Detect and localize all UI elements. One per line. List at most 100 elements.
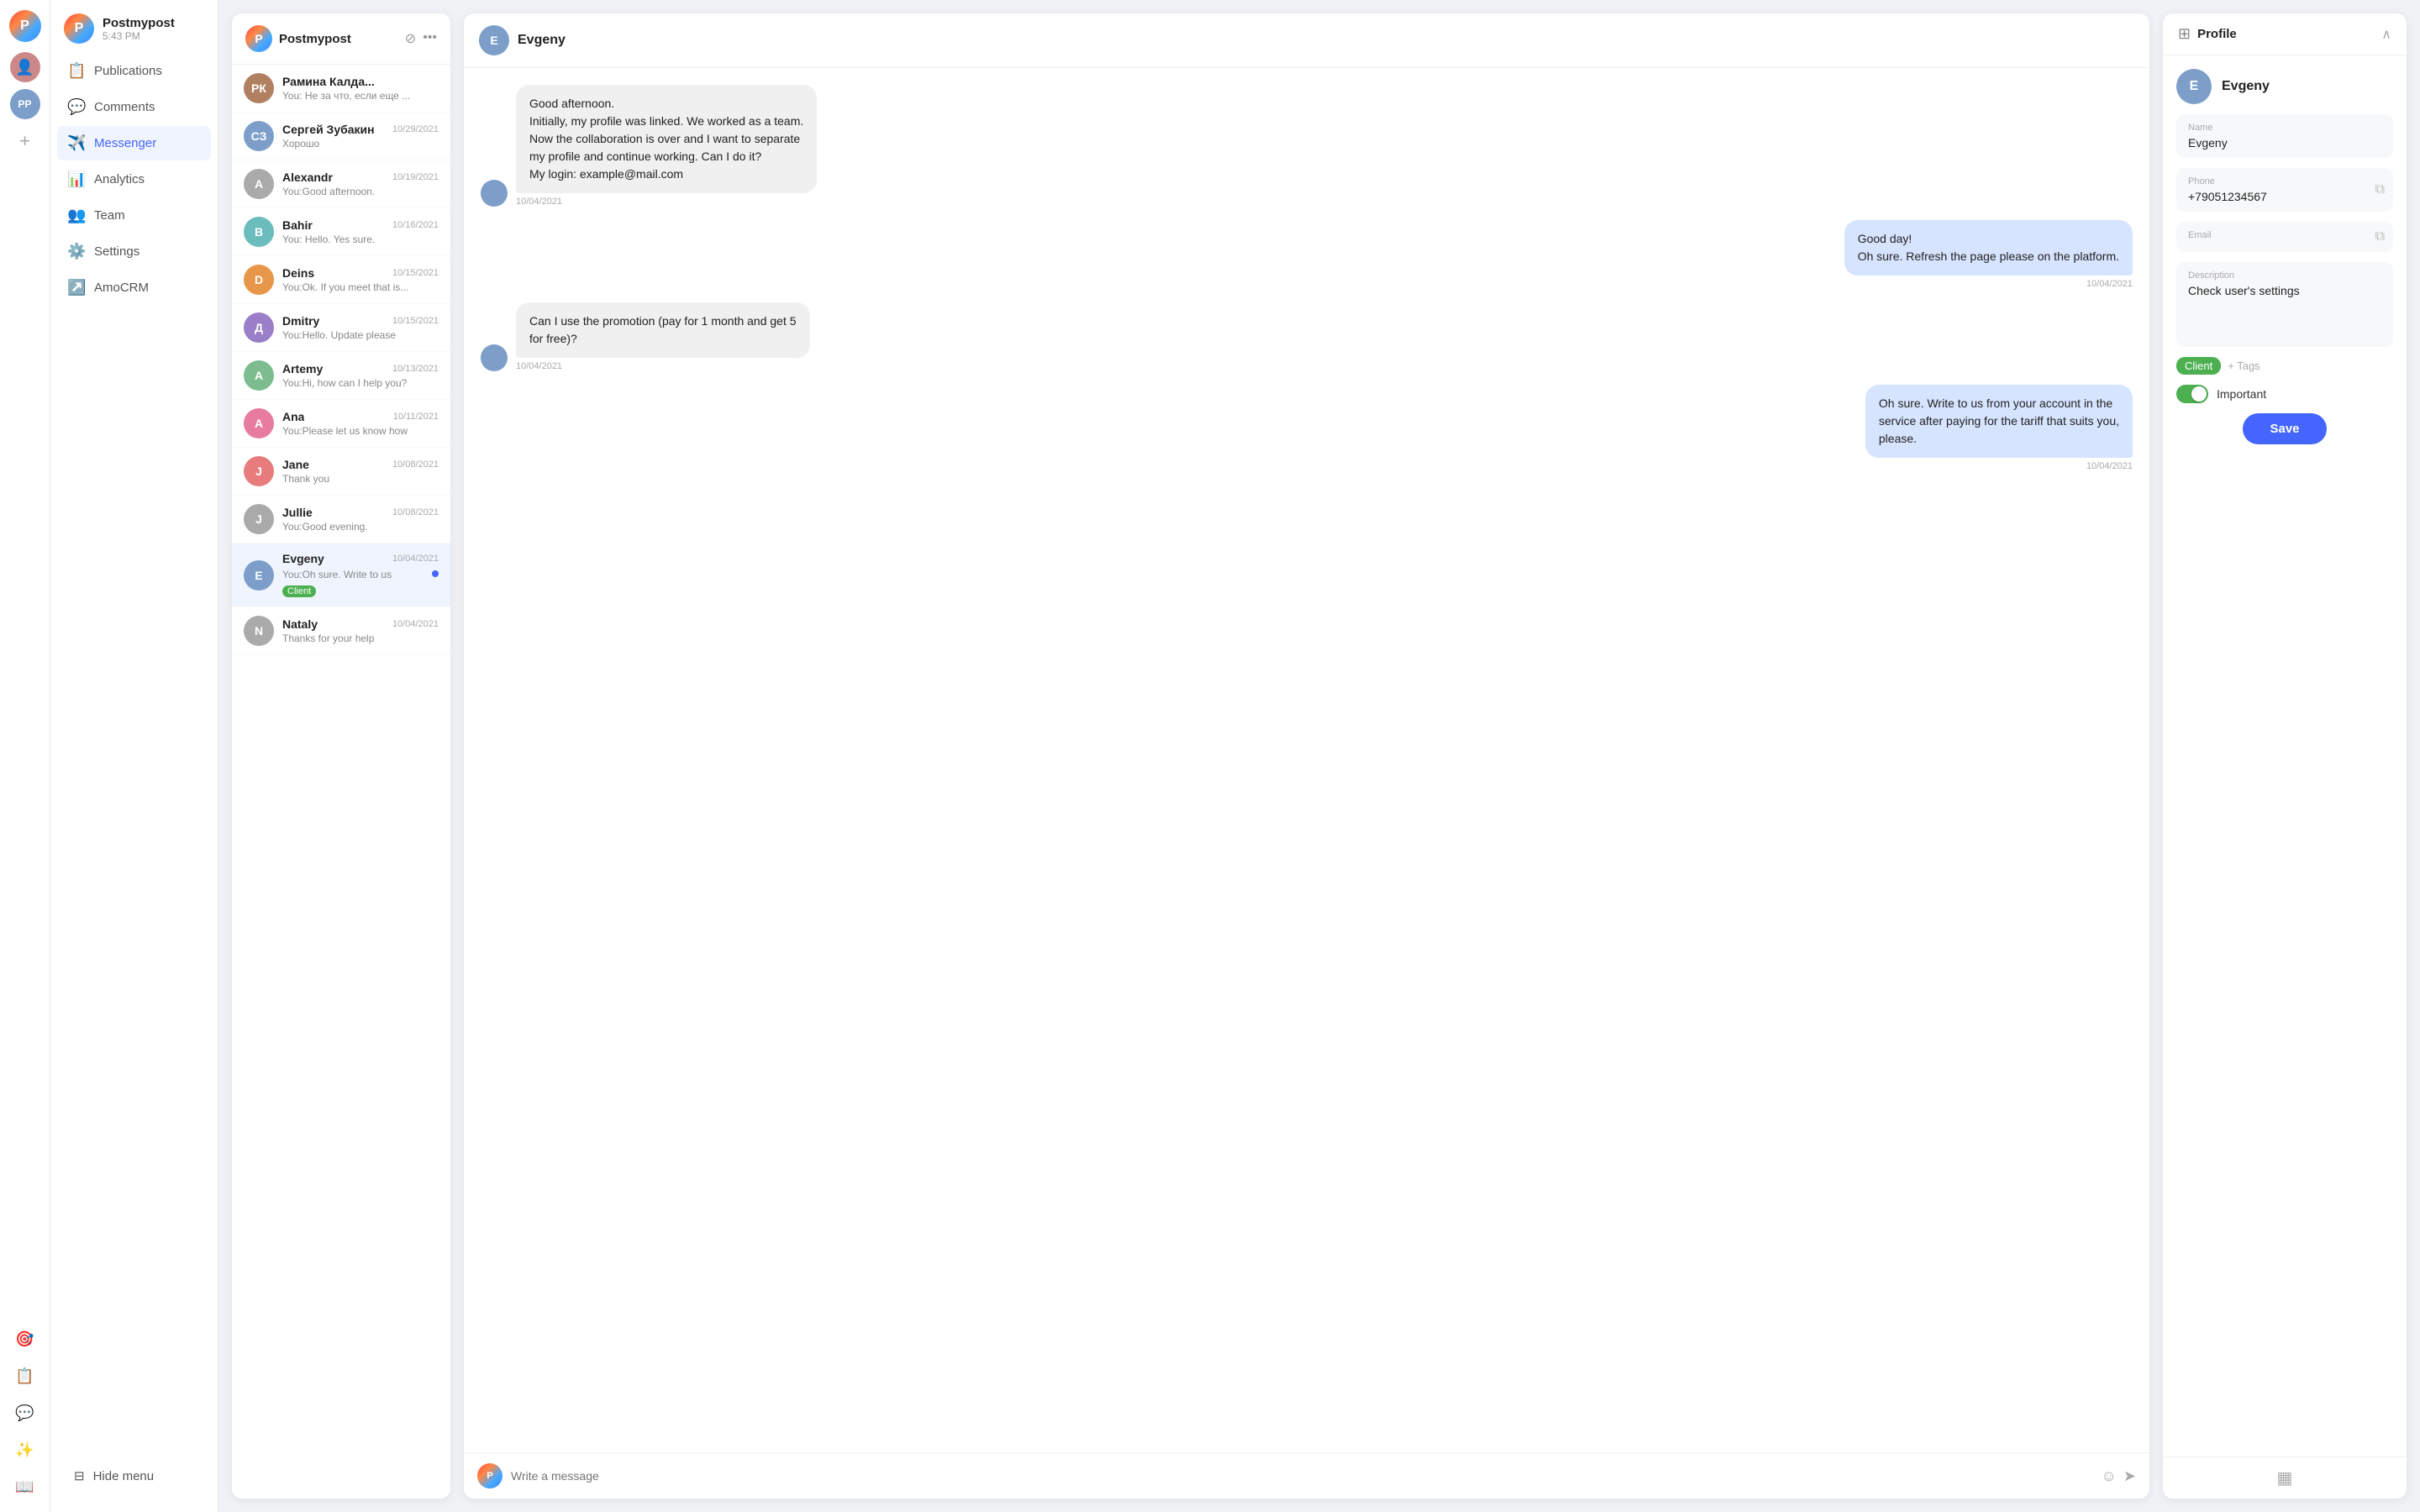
add-button[interactable]: + [10,126,40,156]
message-sent: Good day! Oh sure. Refresh the page plea… [1844,220,2133,289]
tags-row: Client + Tags [2176,357,2393,375]
book-icon[interactable]: 📖 [10,1472,40,1502]
chat-icon[interactable]: 💬 [10,1398,40,1428]
chat-list-item[interactable]: N Nataly 10/04/2021 Thanks for your help [232,607,450,655]
message-input[interactable] [511,1469,2093,1483]
publications-icon: 📋 [67,62,86,80]
platform-logo-small: P [477,1463,502,1488]
chat-avatar: Д [244,312,274,343]
chat-date: 10/15/2021 [392,268,439,278]
chat-list-title: Postmypost [279,32,351,46]
message-text: Can I use the promotion (pay for 1 month… [516,302,810,358]
chat-list-item[interactable]: Д Dmitry 10/15/2021 You:Hello. Update pl… [232,304,450,352]
sidebar-item-settings[interactable]: ⚙️ Settings [57,234,211,269]
save-button[interactable]: Save [2243,413,2326,444]
message-bubble: Can I use the promotion (pay for 1 month… [516,302,810,371]
hide-menu-icon: ⊟ [74,1468,85,1483]
message-time: 10/04/2021 [1844,279,2133,289]
chat-panel: E Evgeny Good afternoon. Initially, my p… [464,13,2149,1499]
sidebar-item-comments[interactable]: 💬 Comments [57,90,211,124]
sidebar-item-label: Team [94,208,125,223]
chat-avatar: D [244,265,274,295]
icon-bar: P 👤 PP + 🎯 📋 💬 ✨ 📖 [0,0,50,1512]
user-avatar[interactable]: 👤 [10,52,40,82]
sidebar-item-amocrm[interactable]: ↗️ AmoCRM [57,270,211,305]
chat-info: Ana 10/11/2021 You:Please let us know ho… [282,410,439,437]
chat-list-item[interactable]: A Artemy 10/13/2021 You:Hi, how can I he… [232,352,450,400]
chat-list-item[interactable]: СЗ Сергей Зубакин 10/29/2021 Хорошо [232,113,450,160]
chat-name: Сергей Зубакин [282,123,375,136]
more-options-icon[interactable]: ••• [423,30,437,47]
chat-list-item[interactable]: РК Рамина Калда... You: Не за что, если … [232,65,450,113]
app-logo-icon[interactable]: P [9,10,41,42]
sidebar-item-publications[interactable]: 📋 Publications [57,54,211,88]
description-input[interactable]: Check user's settings [2188,284,2381,334]
sidebar-item-team[interactable]: 👥 Team [57,198,211,233]
chat-list-item[interactable]: J Jane 10/08/2021 Thank you [232,448,450,496]
content-area: P Postmypost ⊘ ••• РК Рамина Калда... Yo… [218,0,2420,1512]
chat-list-item[interactable]: A Ana 10/11/2021 You:Please let us know … [232,400,450,448]
settings-icon: ⚙️ [67,243,86,260]
pp-avatar[interactable]: PP [10,89,40,119]
chat-name: Dmitry [282,314,319,328]
chat-avatar: B [244,217,274,247]
chat-list-item[interactable]: D Deins 10/15/2021 You:Ok. If you meet t… [232,256,450,304]
message-text: Oh sure. Write to us from your account i… [1865,385,2133,458]
chat-info: Artemy 10/13/2021 You:Hi, how can I help… [282,362,439,389]
email-field: Email ⧉ [2176,222,2393,252]
hide-menu-button[interactable]: ⊟ Hide menu [64,1460,204,1492]
chat-preview: You:Please let us know how [282,425,439,437]
add-tag-button[interactable]: + Tags [2228,360,2260,372]
important-toggle[interactable] [2176,385,2208,403]
message-text: Good day! Oh sure. Refresh the page plea… [1844,220,2133,276]
chat-meta: You:Oh sure. Write to us [282,567,439,580]
sidebar-item-messenger[interactable]: ✈️ Messenger [57,126,211,160]
platform-logo: P [245,25,272,52]
chat-list-item[interactable]: J Jullie 10/08/2021 You:Good evening. [232,496,450,543]
collapse-icon[interactable]: ∧ [2381,26,2391,43]
chat-avatar: A [244,360,274,391]
sidebar-time: 5:43 PM [103,30,175,42]
chat-avatar: A [244,408,274,438]
chat-list-item-evgeny[interactable]: E Evgeny 10/04/2021 You:Oh sure. Write t… [232,543,450,607]
sidebar-item-label: Settings [94,244,139,259]
sidebar-item-label: Analytics [94,172,145,186]
grid-view-icon[interactable]: ▦ [2277,1469,2293,1488]
copy-phone-icon[interactable]: ⧉ [2375,182,2385,197]
chat-date: 10/19/2021 [392,172,439,182]
chat-list: РК Рамина Калда... You: Не за что, если … [232,65,450,1499]
chat-info: Jullie 10/08/2021 You:Good evening. [282,506,439,533]
chat-list-item[interactable]: A Alexandr 10/19/2021 You:Good afternoon… [232,160,450,208]
chat-name: Рамина Калда... [282,75,375,88]
chat-preview: You:Good afternoon. [282,186,439,197]
chat-date: 10/08/2021 [392,459,439,470]
message-received: Good afternoon. Initially, my profile wa… [481,85,817,207]
chat-list-item[interactable]: B Bahir 10/16/2021 You: Hello. Yes sure. [232,208,450,256]
chat-info: Jane 10/08/2021 Thank you [282,458,439,485]
message-text: Good afternoon. Initially, my profile wa… [516,85,817,193]
target-icon[interactable]: 🎯 [10,1324,40,1354]
chat-list-actions: ⊘ ••• [405,30,437,47]
emoji-icon[interactable]: ☺ [2102,1467,2117,1485]
chat-date: 10/15/2021 [392,316,439,326]
hide-menu-label: Hide menu [93,1469,155,1483]
chat-name: Nataly [282,617,318,631]
message-time: 10/04/2021 [1865,461,2133,471]
chat-date: 10/29/2021 [392,124,439,134]
chat-preview: You:Good evening. [282,521,439,533]
copy-email-icon[interactable]: ⧉ [2375,229,2385,244]
chat-info: Сергей Зубакин 10/29/2021 Хорошо [282,123,439,150]
board-icon[interactable]: 📋 [10,1361,40,1391]
filter-icon[interactable]: ⊘ [405,30,416,47]
star-icon[interactable]: ✨ [10,1435,40,1465]
sidebar-footer: ⊟ Hide menu [50,1453,218,1499]
chat-header-avatar: E [479,25,509,55]
chat-preview: Thank you [282,473,439,485]
send-icon[interactable]: ➤ [2123,1467,2136,1485]
client-tag: Client [2176,357,2221,375]
name-label: Name [2188,123,2381,133]
chat-name: Alexandr [282,171,333,184]
sidebar-item-analytics[interactable]: 📊 Analytics [57,162,211,197]
profile-title: Profile [2197,27,2237,41]
chat-info: Bahir 10/16/2021 You: Hello. Yes sure. [282,218,439,245]
